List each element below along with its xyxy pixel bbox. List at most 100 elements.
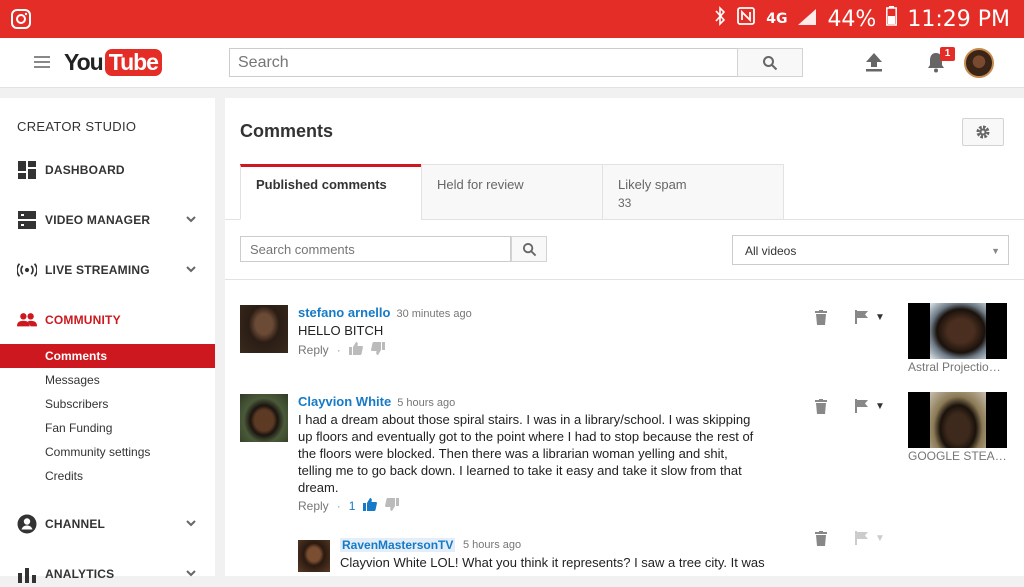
comment-text: HELLO BITCH — [298, 323, 384, 338]
instagram-icon — [10, 8, 32, 35]
dashboard-icon — [17, 160, 37, 180]
search-icon — [522, 242, 536, 256]
reply-text: Clayvion White LOL! What you think it re… — [340, 555, 765, 570]
search-icon — [763, 55, 778, 70]
community-icon — [17, 310, 37, 330]
trash-icon[interactable] — [815, 310, 827, 330]
sidebar-item-analytics[interactable]: ANALYTICS — [0, 561, 215, 587]
settings-button[interactable] — [962, 118, 1004, 146]
bluetooth-icon — [714, 6, 726, 32]
separator-dot: · — [336, 499, 341, 513]
channel-icon — [17, 514, 37, 534]
main-panel: Comments Published comments Held for rev… — [225, 98, 1024, 576]
video-thumbnail[interactable] — [908, 392, 1007, 448]
battery-icon — [886, 6, 898, 32]
sidebar-item-video-manager[interactable]: VIDEO MANAGER — [0, 207, 215, 233]
spam-count: 33 — [618, 196, 632, 210]
comment-actions: Reply · — [298, 342, 385, 358]
logo-tube-text: Tube — [104, 49, 162, 76]
nfc-icon — [736, 6, 756, 32]
sidebar-sub-subscribers[interactable]: Subscribers — [0, 392, 215, 416]
commenter-avatar[interactable] — [240, 305, 288, 353]
sidebar-item-live-streaming[interactable]: LIVE STREAMING — [0, 257, 215, 283]
author-name[interactable]: stefano arnello — [298, 305, 390, 320]
sidebar-item-dashboard[interactable]: DASHBOARD — [0, 157, 215, 183]
tab-label: Published comments — [256, 177, 387, 192]
menu-icon[interactable] — [34, 56, 50, 71]
live-streaming-icon — [17, 260, 37, 280]
sidebar-item-label: VIDEO MANAGER — [45, 213, 151, 227]
sidebar-sub-community-settings[interactable]: Community settings — [0, 440, 215, 464]
comment-search-input[interactable] — [240, 236, 512, 262]
video-manager-icon — [17, 210, 37, 230]
sidebar-item-label: CHANNEL — [45, 517, 106, 531]
status-icons: 4G 44% 11:29 PM — [714, 6, 1010, 32]
comment-author[interactable]: Clayvion White 5 hours ago — [298, 394, 455, 409]
thumbs-up-icon[interactable] — [348, 342, 363, 358]
signal-icon — [797, 7, 817, 32]
top-bar: You Tube 1 — [0, 38, 1024, 88]
video-title[interactable]: Astral Projectio… — [908, 360, 1013, 374]
sidebar-title: CREATOR STUDIO — [17, 119, 137, 134]
divider — [225, 279, 1024, 280]
video-thumbnail[interactable] — [908, 303, 1007, 359]
chevron-down-icon[interactable] — [185, 212, 197, 230]
author-name[interactable]: Clayvion White — [298, 394, 391, 409]
sidebar-sub-messages[interactable]: Messages — [0, 368, 215, 392]
sidebar-sub-comments[interactable]: Comments — [0, 344, 215, 368]
tab-held-for-review[interactable]: Held for review — [421, 164, 603, 220]
flag-menu[interactable]: ▼ — [855, 310, 885, 324]
notification-badge: 1 — [940, 47, 955, 61]
sidebar-item-label: ANALYTICS — [45, 567, 115, 581]
reply-link[interactable]: Reply — [298, 343, 329, 357]
reply-author[interactable]: RavenMastersonTV — [340, 538, 456, 552]
video-title[interactable]: GOOGLE STEA… — [908, 449, 1013, 463]
replier-avatar[interactable] — [298, 540, 330, 572]
chevron-down-icon[interactable] — [185, 516, 197, 534]
video-filter-dropdown[interactable]: All videos ▼ — [732, 235, 1009, 265]
caret-down-icon: ▼ — [875, 532, 885, 544]
chevron-down-icon[interactable] — [185, 262, 197, 280]
upload-icon[interactable] — [863, 52, 885, 77]
dropdown-arrow-icon: ▼ — [991, 246, 1000, 256]
flag-menu[interactable]: ▼ — [855, 531, 885, 545]
sidebar: CREATOR STUDIO DASHBOARD VIDEO MANAGER L… — [0, 98, 215, 583]
network-type: 4G — [766, 11, 788, 27]
youtube-logo[interactable]: You Tube — [64, 49, 162, 76]
thumbs-down-icon[interactable] — [385, 498, 400, 514]
tab-likely-spam[interactable]: Likely spam 33 — [602, 164, 784, 220]
sidebar-item-label: DASHBOARD — [45, 163, 125, 177]
flag-menu[interactable]: ▼ — [855, 399, 885, 413]
trash-icon[interactable] — [815, 531, 827, 551]
tab-label: Likely spam — [618, 177, 687, 192]
user-avatar[interactable] — [964, 48, 994, 78]
trash-icon[interactable] — [815, 399, 827, 419]
search-input[interactable] — [229, 48, 737, 77]
clock: 11:29 PM — [907, 6, 1010, 32]
chevron-down-icon[interactable] — [185, 566, 197, 584]
thumbs-down-icon[interactable] — [370, 342, 385, 358]
sidebar-item-label: COMMUNITY — [45, 313, 121, 327]
reply-link[interactable]: Reply — [298, 499, 329, 513]
sidebar-item-community[interactable]: COMMUNITY — [0, 307, 215, 333]
status-bar: 4G 44% 11:29 PM — [0, 0, 1024, 38]
comment-text: I had a dream about those spiral stairs.… — [298, 412, 754, 495]
like-count: 1 — [348, 499, 356, 513]
sidebar-item-label: LIVE STREAMING — [45, 263, 150, 277]
sidebar-item-channel[interactable]: CHANNEL — [0, 511, 215, 537]
battery-text: 44% — [827, 6, 877, 32]
comment-search — [240, 236, 547, 262]
caret-down-icon: ▼ — [875, 400, 885, 412]
sidebar-sub-fan-funding[interactable]: Fan Funding — [0, 416, 215, 440]
reply-time: 5 hours ago — [463, 539, 522, 551]
comment-actions: Reply · 1 — [298, 498, 400, 514]
separator-dot: · — [336, 343, 341, 357]
comment-search-button[interactable] — [511, 236, 547, 262]
tab-published-comments[interactable]: Published comments — [240, 164, 422, 220]
thumbs-up-icon[interactable] — [363, 498, 378, 514]
sidebar-sub-credits[interactable]: Credits — [0, 464, 215, 488]
search-button[interactable] — [737, 48, 803, 77]
commenter-avatar[interactable] — [240, 394, 288, 442]
comment-author[interactable]: stefano arnello 30 minutes ago — [298, 305, 472, 320]
tab-label: Held for review — [437, 177, 524, 192]
